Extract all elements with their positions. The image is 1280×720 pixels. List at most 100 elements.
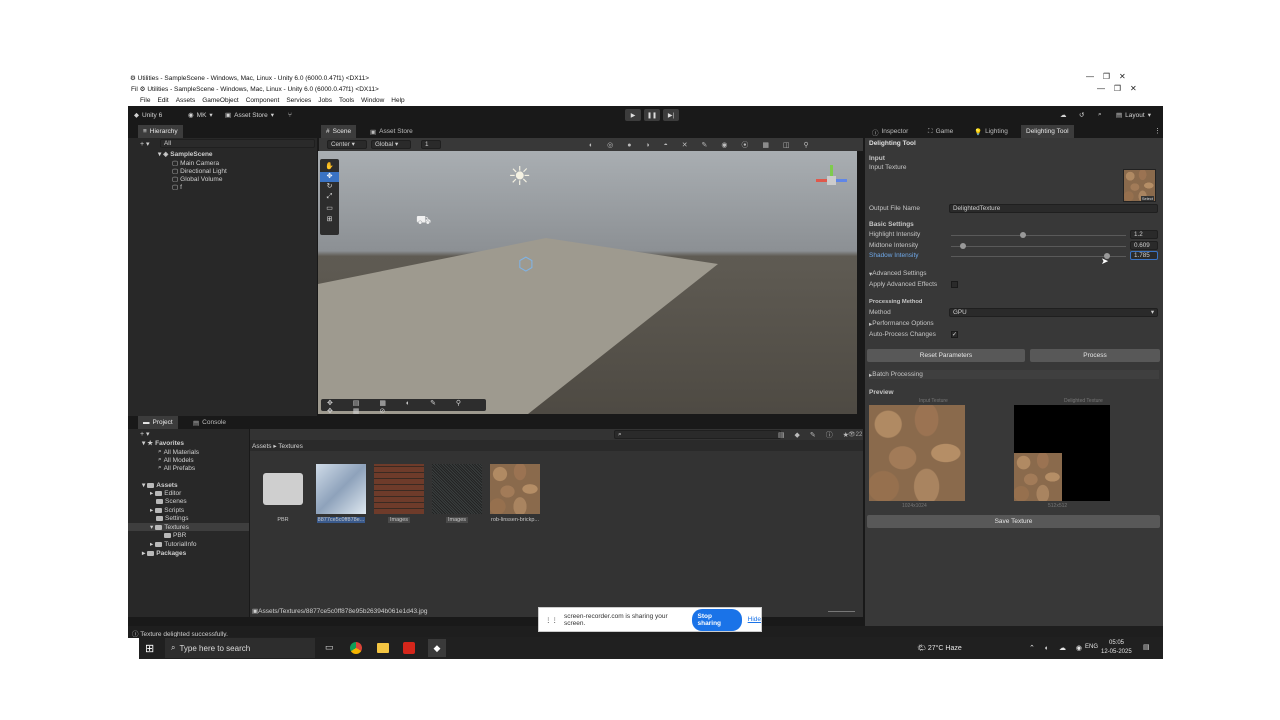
- auto-process-checkbox[interactable]: ✓: [951, 331, 958, 338]
- menu-jobs[interactable]: Jobs: [318, 97, 332, 104]
- folder-item[interactable]: ▸ Scripts: [150, 506, 184, 515]
- pause-button[interactable]: ❚❚: [644, 109, 660, 121]
- scale-tool-icon[interactable]: ⤢: [320, 193, 339, 204]
- hide-link[interactable]: Hide: [748, 616, 761, 623]
- step-button[interactable]: ▶|: [663, 109, 679, 121]
- acrobat-icon[interactable]: [403, 642, 415, 654]
- asset-item[interactable]: Images: [432, 464, 482, 523]
- menu-component[interactable]: Component: [246, 97, 280, 104]
- tab-console[interactable]: ▤ Console: [188, 416, 231, 429]
- grid-size-input[interactable]: 1: [421, 140, 441, 149]
- method-dropdown[interactable]: GPU ▾: [949, 308, 1158, 317]
- unity-taskbar-icon[interactable]: ◆: [428, 639, 446, 657]
- highlight-slider[interactable]: [951, 235, 1126, 236]
- unity-menu-button[interactable]: ◆ Unity 6: [134, 109, 162, 121]
- window-controls-back[interactable]: — ❐ ✕: [1086, 72, 1126, 81]
- hierarchy-item[interactable]: ▢ Main Camera: [172, 159, 219, 168]
- menu-gameobject[interactable]: GameObject: [202, 97, 239, 104]
- menu-window[interactable]: Window: [361, 97, 384, 104]
- batch-processing-foldout[interactable]: ▸ Batch Processing: [869, 370, 1159, 379]
- chrome-icon[interactable]: [350, 642, 362, 654]
- project-add-button[interactable]: + ▾: [140, 430, 150, 438]
- pivot-dropdown[interactable]: Center ▾: [327, 140, 367, 149]
- favorite-item[interactable]: ⌕ All Materials: [158, 448, 199, 456]
- task-view-icon[interactable]: ▭: [325, 642, 334, 653]
- slider-knob[interactable]: [1103, 253, 1110, 259]
- save-texture-button[interactable]: Save Texture: [867, 515, 1160, 528]
- scene-view-options[interactable]: ◐ ◎ ● ◑ ◓ ✕ ✎ ◉ ⦿ ▦ ◫ ⚲: [589, 140, 815, 150]
- hierarchy-add-button[interactable]: + ▾: [140, 140, 150, 148]
- performance-options-foldout[interactable]: ▸ Performance Options: [869, 319, 1159, 328]
- orientation-gizmo[interactable]: [816, 165, 848, 197]
- rotate-tool-icon[interactable]: ↻: [320, 182, 339, 193]
- notification-icon[interactable]: ▤: [1143, 643, 1150, 651]
- highlight-value-input[interactable]: 1.2: [1130, 230, 1158, 239]
- midtone-slider[interactable]: [951, 246, 1126, 247]
- packages-root[interactable]: ▸ Packages: [142, 549, 186, 558]
- thumbnail-size-slider[interactable]: [828, 611, 855, 612]
- account-button[interactable]: ◉ MK ▾: [188, 109, 213, 121]
- apply-advanced-checkbox[interactable]: [951, 281, 958, 288]
- folder-item[interactable]: ▸ Editor: [150, 489, 181, 498]
- asset-item[interactable]: 8877ce5c0ff878e...: [316, 464, 366, 523]
- space-dropdown[interactable]: Global ▾: [371, 140, 411, 149]
- favorites-header[interactable]: ▾ ★ Favorites: [142, 439, 184, 448]
- file-explorer-icon[interactable]: [377, 643, 389, 653]
- project-filter-icons[interactable]: ▤ ◆ ✎ ⓘ ★: [778, 430, 853, 440]
- folder-item[interactable]: ▸ TutorialInfo: [150, 540, 197, 549]
- asset-item[interactable]: Images: [374, 464, 424, 523]
- folder-item[interactable]: Settings: [156, 515, 189, 522]
- menu-tools[interactable]: Tools: [339, 97, 354, 104]
- input-texture-slot[interactable]: Select: [1123, 169, 1156, 202]
- version-control-button[interactable]: ⑂: [288, 109, 292, 121]
- play-button[interactable]: ▶: [625, 109, 641, 121]
- hierarchy-search-input[interactable]: All: [160, 139, 315, 148]
- midtone-value-input[interactable]: 0.609: [1130, 241, 1158, 250]
- hand-tool-icon[interactable]: ✋: [320, 162, 339, 172]
- breadcrumb-assets[interactable]: Assets: [252, 443, 272, 450]
- tab-scene[interactable]: # Scene: [321, 125, 357, 138]
- tab-lighting[interactable]: 💡 Lighting: [969, 125, 1013, 138]
- tab-game[interactable]: ⛶ Game: [923, 125, 958, 138]
- weather[interactable]: 🌤 27°C Haze: [917, 644, 962, 652]
- bottom-overlay-toolbar[interactable]: ✥ ▤ ▦ ◐ ✎ ⚲ ✥ ▦ ⊘: [321, 399, 486, 414]
- favorite-item[interactable]: ⌕ All Models: [158, 456, 194, 464]
- asset-item[interactable]: rob-linssen-brickp...: [490, 464, 540, 523]
- search-button[interactable]: ⌕: [1098, 109, 1102, 121]
- select-label[interactable]: Select: [1140, 196, 1154, 201]
- clock-date[interactable]: 12-05-2025: [1101, 649, 1132, 655]
- stop-sharing-button[interactable]: Stop sharing: [691, 608, 742, 631]
- advanced-settings-foldout[interactable]: ▾ Advanced Settings: [869, 269, 1159, 278]
- cloud-button[interactable]: ☁: [1060, 109, 1067, 121]
- language-indicator[interactable]: ENG: [1085, 644, 1098, 650]
- output-file-input[interactable]: DelightedTexture: [949, 204, 1158, 213]
- history-button[interactable]: ↺: [1079, 109, 1084, 121]
- menu-help[interactable]: Help: [391, 97, 404, 104]
- project-search-input[interactable]: ⌕: [614, 430, 781, 439]
- window-controls-front[interactable]: — ❐ ✕: [1097, 84, 1137, 93]
- process-button[interactable]: Process: [1030, 349, 1160, 362]
- folder-item-selected[interactable]: ▾ Textures: [128, 523, 249, 531]
- tab-asset-store[interactable]: ▣ Asset Store: [365, 125, 418, 138]
- folder-item[interactable]: Scenes: [156, 498, 187, 505]
- tab-delighting-tool[interactable]: Delighting Tool: [1021, 125, 1074, 138]
- hierarchy-item[interactable]: ▢ Global Volume: [172, 175, 222, 184]
- scene-root[interactable]: ▾ ◈ SampleScene: [158, 150, 213, 159]
- hierarchy-item[interactable]: ▢ f: [172, 183, 182, 192]
- breadcrumb-textures[interactable]: Textures: [278, 443, 303, 450]
- shadow-slider[interactable]: [951, 256, 1126, 257]
- scene-viewport[interactable]: ☀ ⛟ ⬡ ✋ ✥ ↻ ⤢ ▭ ⊞ ✥ ▤ ▦ ◐ ✎ ⚲ ✥ ▦ ⊘: [318, 151, 857, 414]
- tab-project[interactable]: ▬ Project: [138, 416, 178, 429]
- taskbar-search[interactable]: ⌕ Type here to search: [165, 638, 315, 658]
- clock-time[interactable]: 05:05: [1109, 640, 1124, 646]
- hierarchy-item[interactable]: ▢ Directional Light: [172, 167, 227, 176]
- layout-dropdown[interactable]: ▤ Layout ▾: [1116, 109, 1151, 121]
- asset-item[interactable]: PBR: [258, 464, 308, 523]
- slider-knob[interactable]: [1019, 232, 1026, 238]
- menu-edit[interactable]: Edit: [157, 97, 168, 104]
- start-button[interactable]: ⊞: [145, 642, 154, 655]
- shadow-value-input[interactable]: 1.785: [1130, 251, 1158, 260]
- move-tool-icon[interactable]: ✥: [320, 172, 339, 182]
- reset-parameters-button[interactable]: Reset Parameters: [867, 349, 1025, 362]
- tab-hierarchy[interactable]: ≡ Hierarchy: [138, 125, 183, 138]
